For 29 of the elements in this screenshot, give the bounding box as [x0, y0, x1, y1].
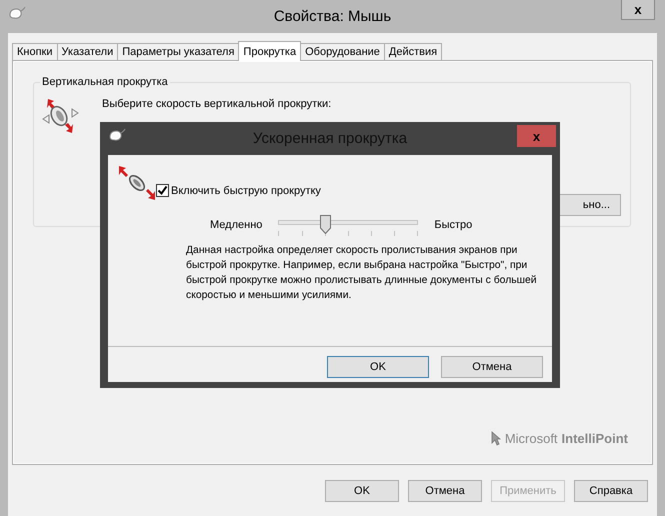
button[interactable]: Отмена: [441, 356, 543, 378]
description-text: Данная настройка определяет скорость пролистывания экранов при быстрой прокрутке. Например, если выбрана настройка "Быстро", при быстрой прокрутке можно пролистывать длинные документы с большей скоростью и меньшими усилиями.: [186, 244, 538, 303]
brand-vendor: Microsoft: [504, 431, 558, 446]
tab[interactable]: Действия: [384, 43, 442, 60]
scroll-wheel-icon: [42, 97, 80, 135]
slider[interactable]: [278, 215, 418, 235]
slider-max-label: Быстро: [434, 219, 472, 231]
mouse-scroll-icon: [118, 165, 156, 201]
slider-min-label: Медленно: [210, 219, 262, 231]
window-title: Свойства: Мышь: [274, 8, 392, 25]
cursor-icon: [490, 431, 501, 446]
tab[interactable]: Кнопки: [12, 43, 58, 60]
tab[interactable]: Прокрутка: [238, 41, 302, 61]
button[interactable]: OK: [325, 480, 399, 502]
mouse-icon: [8, 6, 26, 20]
group-title: Вертикальная прокрутка: [40, 76, 170, 88]
prompt-text: Выберите скорость вертикальной прокрутки:: [102, 98, 332, 110]
brand-product: IntelliPoint: [562, 431, 628, 446]
tab[interactable]: Параметры указателя: [117, 43, 240, 60]
mouse-icon: [108, 128, 126, 142]
slider-thumb[interactable]: [320, 215, 331, 234]
tab[interactable]: Оборудование: [300, 43, 385, 60]
checkbox[interactable]: [156, 184, 169, 197]
button[interactable]: OK: [327, 356, 429, 378]
close-button[interactable]: x: [517, 125, 556, 147]
close-button[interactable]: x: [621, 0, 655, 20]
button[interactable]: Справка: [574, 480, 648, 502]
checkbox-label: Включить быструю прокрутку: [171, 184, 321, 196]
button[interactable]: Отмена: [408, 480, 482, 502]
